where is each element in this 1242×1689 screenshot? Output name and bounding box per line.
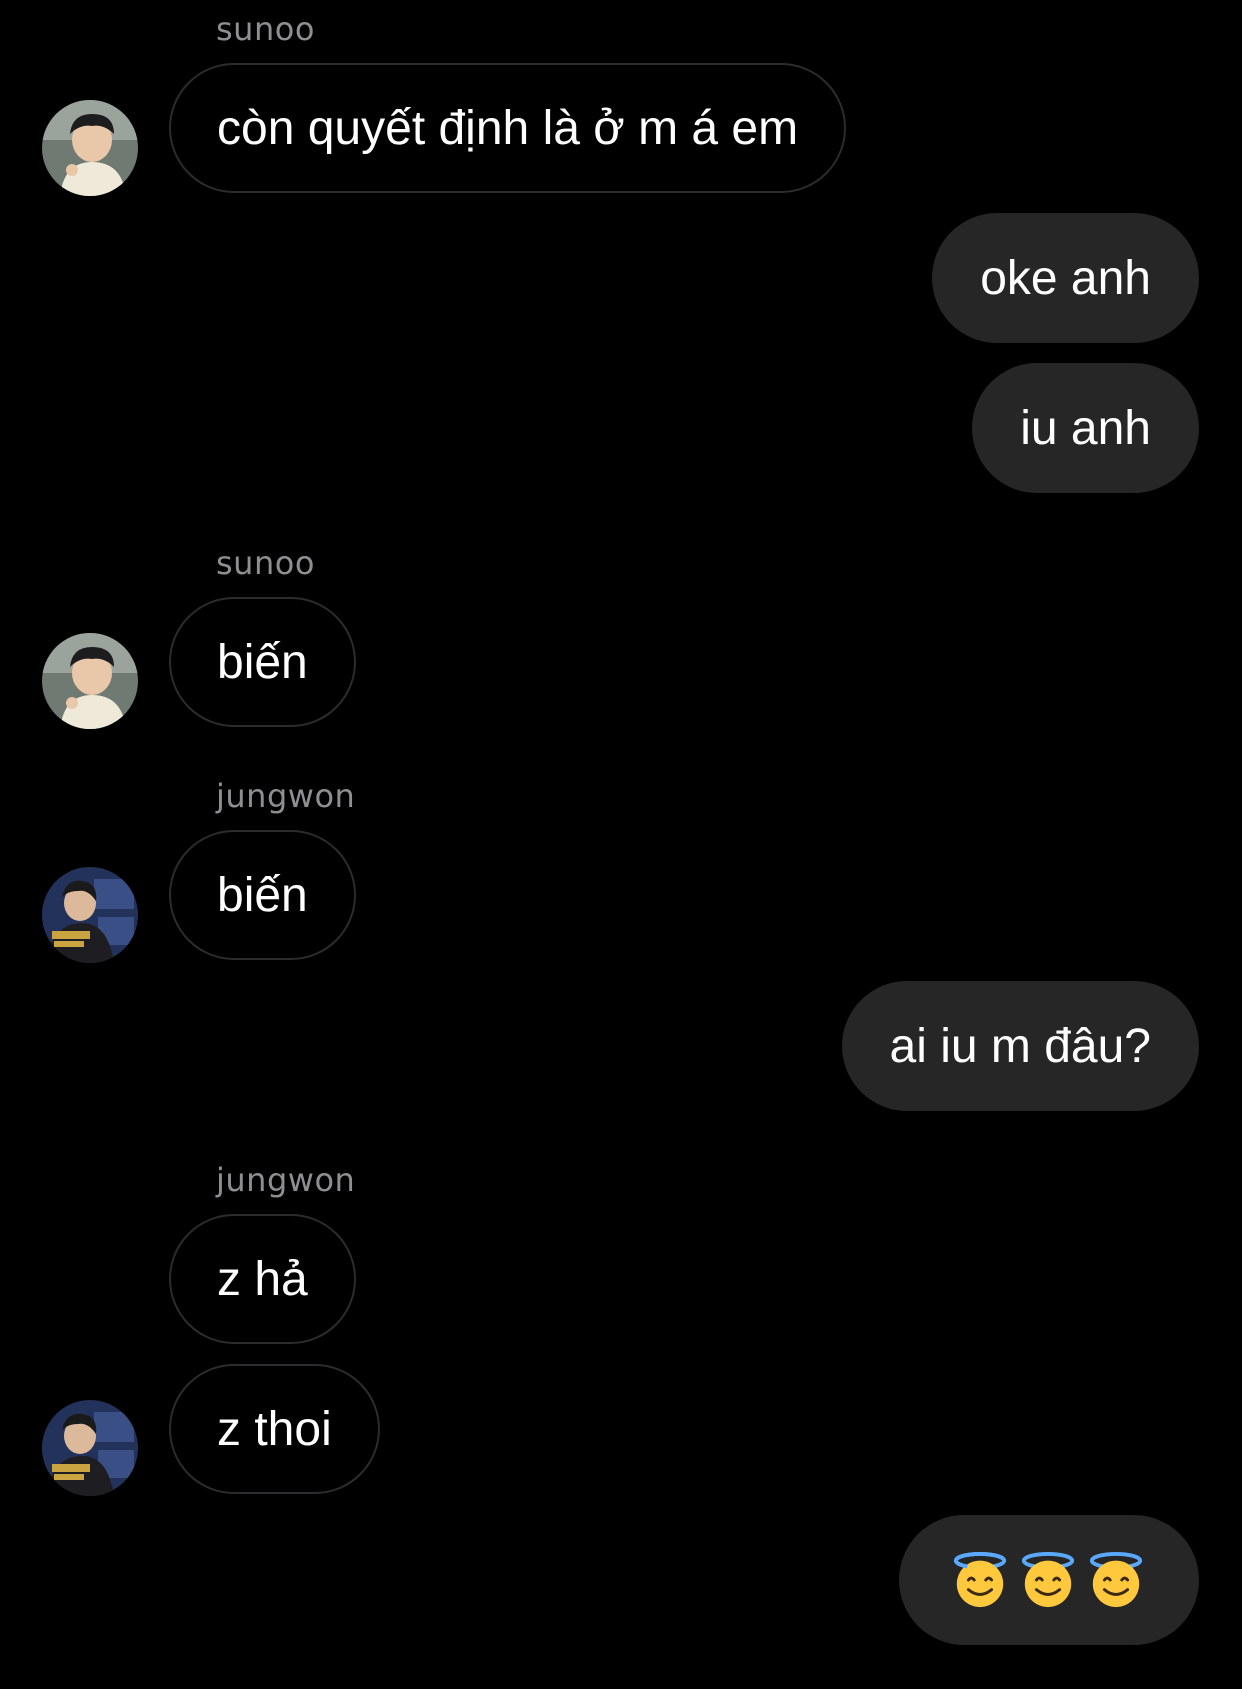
message-bubble[interactable]: z hả	[169, 1214, 356, 1344]
emoji-row	[951, 1551, 1145, 1609]
message-bubble[interactable]: iu anh	[972, 363, 1199, 493]
avatar-sunoo[interactable]	[42, 100, 138, 196]
message-text: iu anh	[1020, 401, 1151, 455]
sender-name: jungwon	[216, 777, 356, 815]
sender-name: sunoo	[216, 10, 315, 48]
message-text: biến	[217, 635, 308, 689]
avatar-jungwon[interactable]	[42, 867, 138, 963]
message-bubble[interactable]: z thoi	[169, 1364, 380, 1494]
sender-name: sunoo	[216, 544, 315, 582]
message-text: biến	[217, 868, 308, 922]
avatar-sunoo[interactable]	[42, 633, 138, 729]
message-bubble[interactable]: oke anh	[932, 213, 1199, 343]
message-bubble[interactable]: còn quyết định là ở m á em	[169, 63, 847, 193]
message-text: ai iu m đâu?	[889, 1019, 1152, 1073]
avatar-jungwon[interactable]	[42, 1400, 138, 1496]
message-text: oke anh	[980, 251, 1151, 305]
sender-name: jungwon	[216, 1161, 356, 1199]
chat-thread: sunoo còn quyết định là ở m á em oke anh…	[0, 0, 1242, 1689]
message-bubble[interactable]: ai iu m đâu?	[841, 981, 1199, 1111]
message-text: z thoi	[217, 1402, 332, 1456]
message-bubble[interactable]: biến	[169, 830, 356, 960]
message-bubble[interactable]	[899, 1515, 1199, 1645]
message-text: z hả	[217, 1252, 308, 1306]
smiling-face-with-halo-icon	[1021, 1551, 1075, 1608]
smiling-face-with-halo-icon	[1089, 1551, 1143, 1608]
message-bubble[interactable]: biến	[169, 597, 356, 727]
smiling-face-with-halo-icon	[953, 1551, 1007, 1608]
message-text: còn quyết định là ở m á em	[217, 101, 799, 155]
